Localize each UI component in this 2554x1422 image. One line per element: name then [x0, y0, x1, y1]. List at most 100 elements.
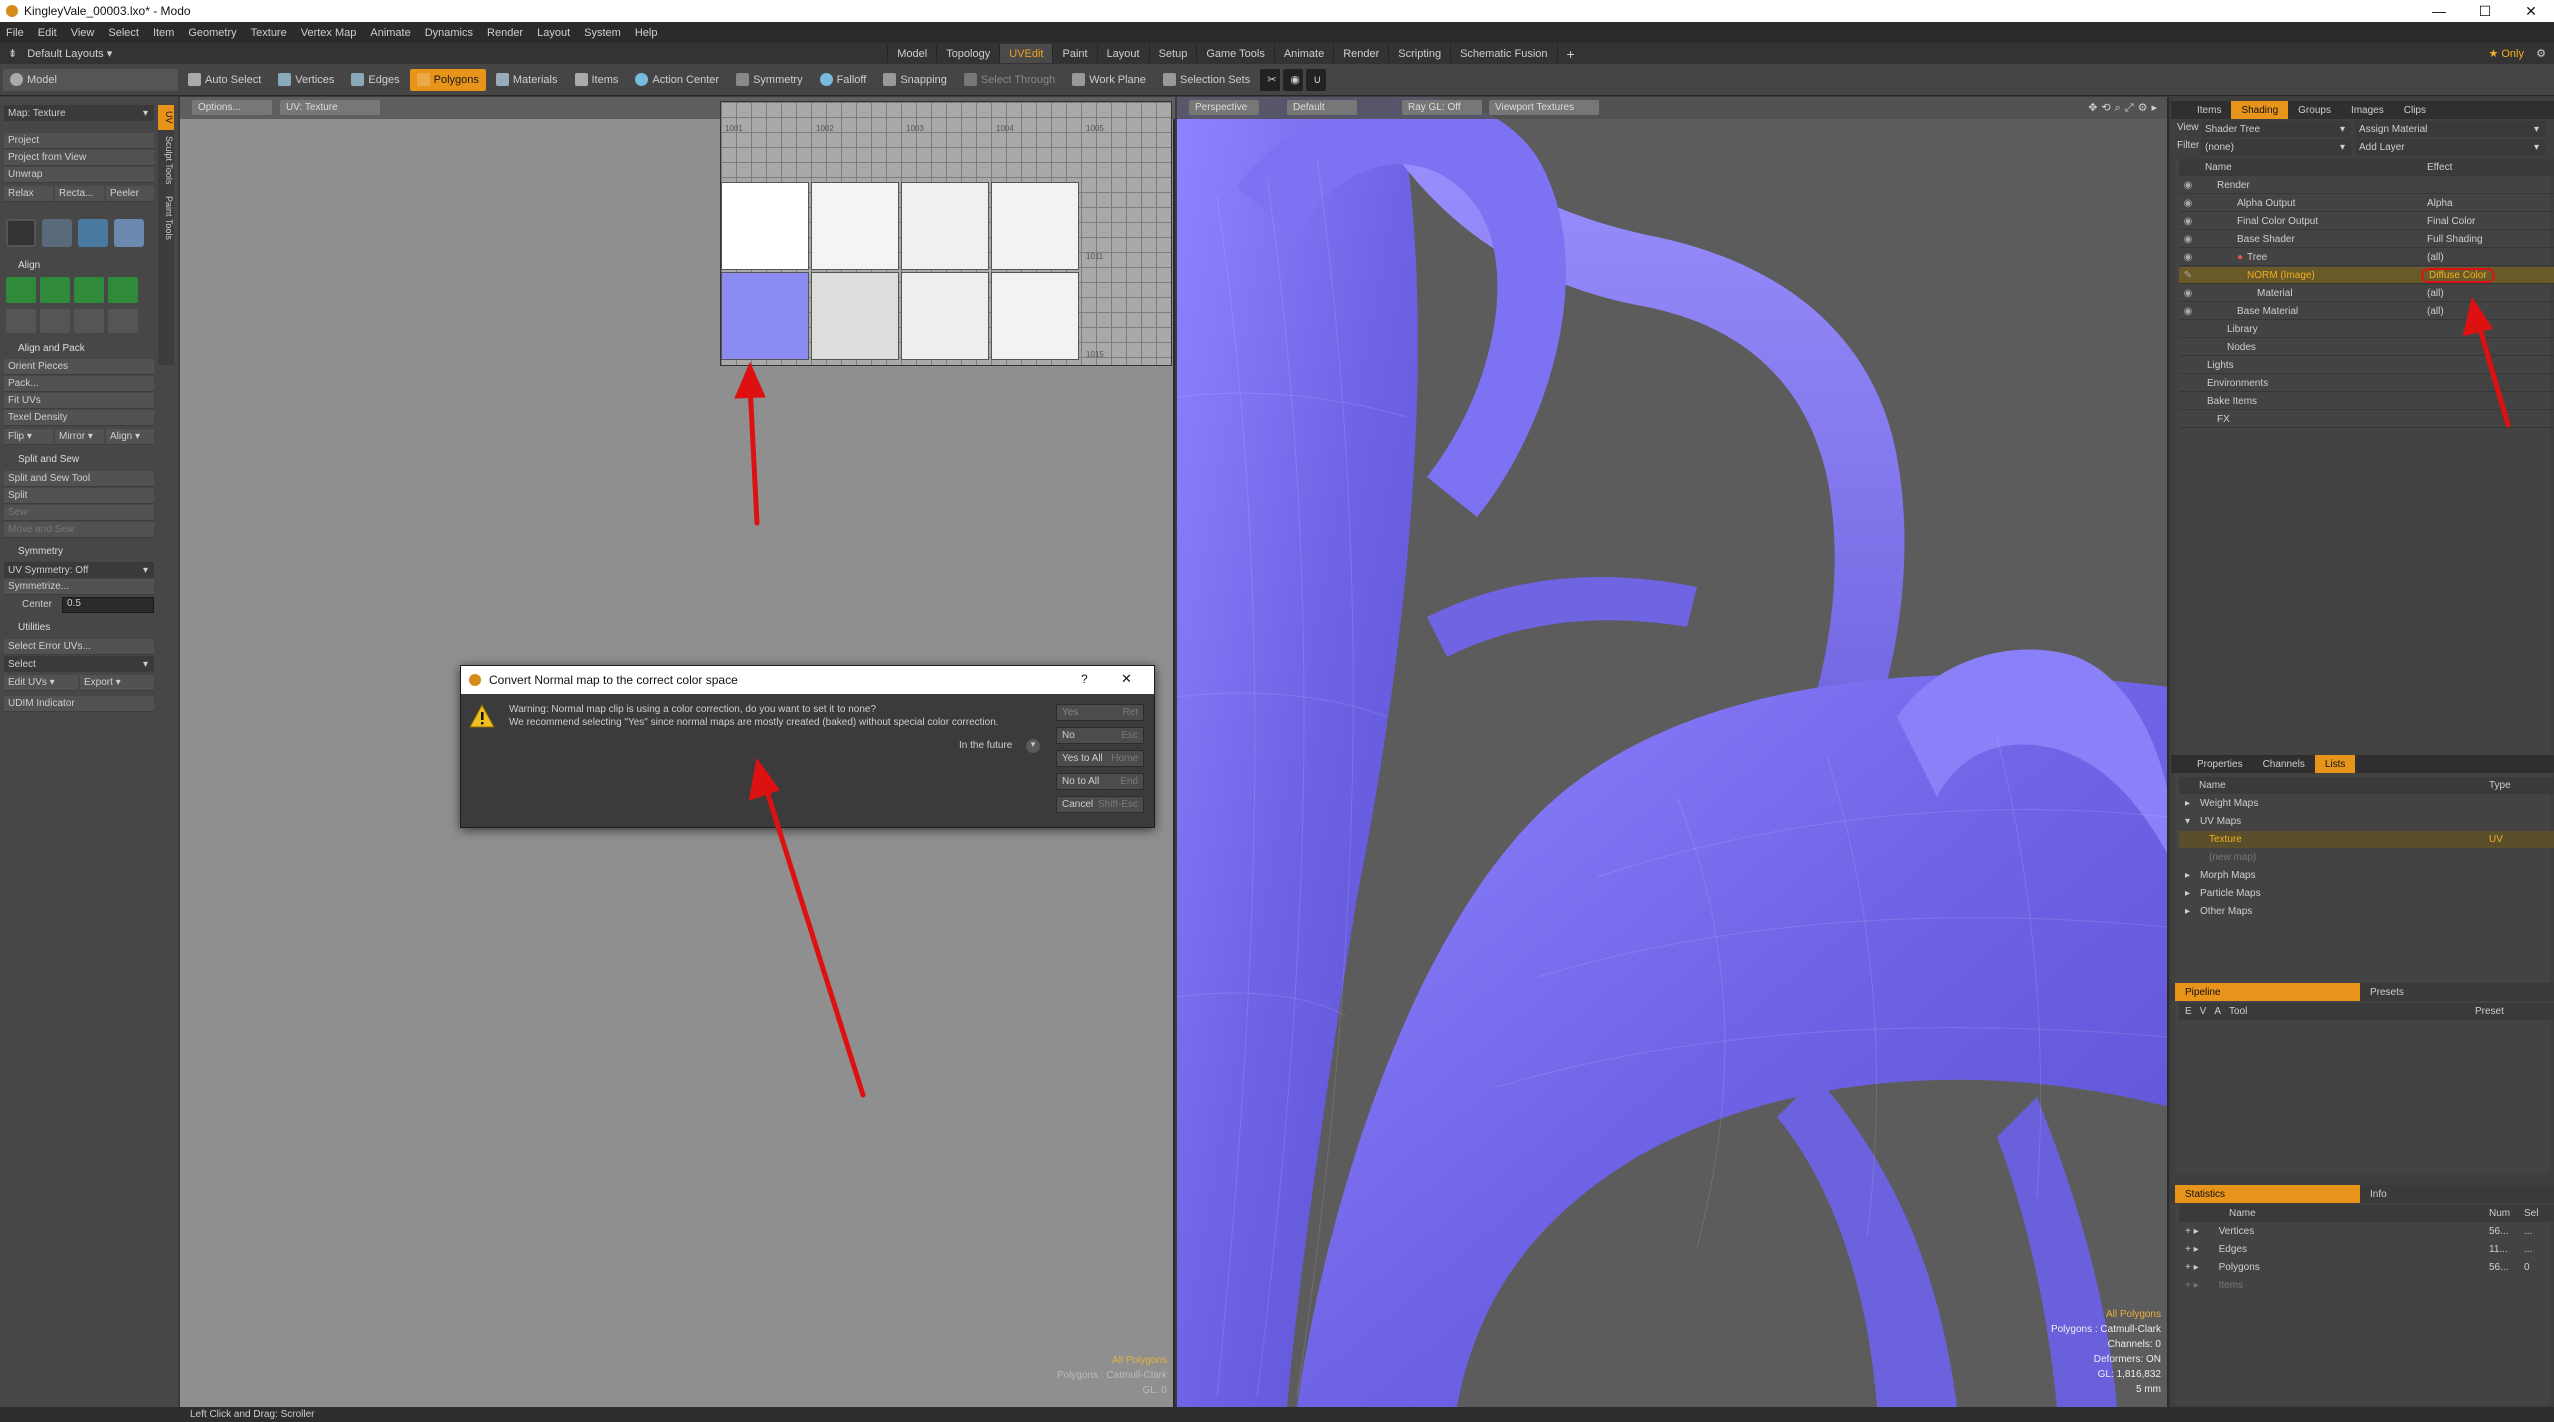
name-column-header[interactable]: Name	[2205, 162, 2232, 173]
convert-normal-map-dialog[interactable]: Convert Normal map to the correct color …	[460, 665, 1155, 828]
selection-sets-button[interactable]: Selection Sets	[1156, 69, 1257, 91]
menu-vertex-map[interactable]: Vertex Map	[301, 27, 357, 39]
gear-icon[interactable]: ⚙	[2536, 47, 2546, 60]
map-dropdown[interactable]: Map: Texture ▾	[4, 105, 154, 121]
peeler-button[interactable]: Peeler	[106, 186, 154, 202]
tool-column-header[interactable]: Tool	[2229, 1006, 2247, 1017]
rotate-cw-icon[interactable]	[6, 309, 36, 333]
menu-render[interactable]: Render	[487, 27, 523, 39]
materials-button[interactable]: Materials	[489, 69, 565, 91]
align-pack-section-header[interactable]: Align and Pack	[4, 340, 154, 356]
default-shading-dropdown[interactable]: Default	[1287, 100, 1357, 115]
side-tab-uv[interactable]: UV	[158, 105, 174, 130]
yes-button[interactable]: Yes Ret	[1056, 704, 1144, 721]
statistics-list[interactable]: Name Num Sel + ▸ Vertices 56...... + ▸ Edges 1…	[2175, 1205, 2554, 1405]
align-left-icon[interactable]	[74, 277, 104, 303]
tree-row-render[interactable]: ◉ Render	[2179, 177, 2554, 194]
tab-topology[interactable]: Topology	[936, 44, 999, 63]
eye-icon[interactable]: ◉	[2179, 234, 2197, 245]
stat-row-items[interactable]: + ▸ Items	[2179, 1277, 2554, 1294]
stat-row-vertices[interactable]: + ▸ Vertices 56......	[2179, 1223, 2554, 1240]
scale-icon[interactable]	[108, 309, 138, 333]
select-error-uvs-button[interactable]: Select Error UVs...	[4, 639, 154, 655]
add-layout-button[interactable]: +	[1556, 44, 1584, 63]
type-column-header[interactable]: Type	[2489, 780, 2511, 791]
menu-select[interactable]: Select	[108, 27, 139, 39]
scissors-icon[interactable]: ✂	[1260, 68, 1281, 91]
uv-cube-icon[interactable]	[78, 219, 108, 247]
eye-icon[interactable]: ◉	[2179, 306, 2197, 317]
v-column-header[interactable]: V	[2200, 1006, 2207, 1017]
menu-animate[interactable]: Animate	[370, 27, 410, 39]
assign-material-dropdown[interactable]: Assign Material ▾	[2355, 121, 2545, 137]
flip-dropdown[interactable]: Flip ▾	[4, 429, 53, 445]
tree-row-norm-image[interactable]: ✎ NORM (Image) Diffuse Color	[2179, 267, 2554, 284]
tab-render[interactable]: Render	[1333, 44, 1388, 63]
preset-column-header[interactable]: Preset	[2475, 1006, 2504, 1017]
auto-select-button[interactable]: Auto Select	[181, 69, 268, 91]
rotate-icon[interactable]	[74, 309, 104, 333]
unwrap-button[interactable]: Unwrap	[4, 167, 154, 183]
side-tab-sculpt-tools[interactable]: Sculpt Tools	[158, 130, 174, 190]
options-button[interactable]: Options...	[192, 100, 272, 115]
num-column-header[interactable]: Num	[2489, 1208, 2510, 1219]
export-dropdown[interactable]: Export ▾	[80, 675, 154, 691]
mode-dropdown[interactable]: Model	[3, 68, 178, 91]
items-button[interactable]: Items	[568, 69, 626, 91]
tab-paint[interactable]: Paint	[1052, 44, 1096, 63]
viewport-nav-icons[interactable]: ✥⟲⌕⤢⚙▸	[2088, 101, 2161, 115]
filter-dropdown[interactable]: (none) ▾	[2201, 139, 2351, 155]
move-and-sew-button[interactable]: Move and Sew	[4, 522, 154, 538]
menu-layout[interactable]: Layout	[537, 27, 570, 39]
effect-column-header[interactable]: Effect	[2427, 162, 2452, 173]
brush-icon[interactable]: ✎	[2179, 270, 2197, 281]
default-layouts-dropdown[interactable]: Default Layouts ▾	[27, 47, 887, 60]
align-dropdown[interactable]: Align ▾	[106, 429, 154, 445]
list-row-morph-maps[interactable]: ▸ Morph Maps	[2179, 867, 2554, 884]
tree-row-fx[interactable]: FX	[2179, 411, 2554, 428]
uv-symmetry-dropdown[interactable]: UV Symmetry: Off ▾	[4, 562, 154, 578]
tab-schematic-fusion[interactable]: Schematic Fusion	[1450, 44, 1556, 63]
list-row-weight-maps[interactable]: ▸ Weight Maps	[2179, 795, 2554, 812]
in-the-future-dropdown[interactable]: ▾	[1026, 739, 1040, 753]
sew-button[interactable]: Sew	[4, 505, 154, 521]
tab-uvedit[interactable]: UVEdit	[999, 44, 1053, 63]
project-from-view-button[interactable]: Project from View	[4, 150, 154, 166]
symmetry-button[interactable]: Symmetry	[729, 69, 810, 91]
center-input[interactable]: 0.5	[62, 597, 154, 613]
tab-items[interactable]: Items	[2187, 101, 2231, 119]
menu-help[interactable]: Help	[635, 27, 658, 39]
no-to-all-button[interactable]: No to All End	[1056, 773, 1144, 790]
mirror-dropdown[interactable]: Mirror ▾	[55, 429, 104, 445]
utilities-section-header[interactable]: Utilities	[4, 619, 154, 635]
magnet-icon[interactable]: ∪	[1306, 68, 1327, 91]
tab-game-tools[interactable]: Game Tools	[1196, 44, 1274, 63]
uv-multi-icon[interactable]	[114, 219, 144, 247]
split-sew-section-header[interactable]: Split and Sew	[4, 451, 154, 467]
no-button[interactable]: No Esc	[1056, 727, 1144, 744]
tab-setup[interactable]: Setup	[1148, 44, 1197, 63]
fit-uvs-button[interactable]: Fit UVs	[4, 393, 154, 409]
align-up-icon[interactable]	[6, 277, 36, 303]
name-column-header[interactable]: Name	[2229, 1208, 2256, 1219]
tree-row-alpha-output[interactable]: ◉ Alpha Output Alpha	[2179, 195, 2554, 212]
tree-row-lights[interactable]: Lights	[2179, 357, 2554, 374]
tab-presets[interactable]: Presets	[2360, 983, 2414, 1001]
work-plane-button[interactable]: Work Plane	[1065, 69, 1153, 91]
udim-indicator-button[interactable]: UDIM Indicator	[4, 696, 154, 712]
menu-file[interactable]: File	[6, 27, 24, 39]
tree-row-final-color-output[interactable]: ◉ Final Color Output Final Color	[2179, 213, 2554, 230]
tab-clips[interactable]: Clips	[2394, 101, 2436, 119]
tree-row-nodes[interactable]: Nodes	[2179, 339, 2554, 356]
edges-button[interactable]: Edges	[344, 69, 406, 91]
select-dropdown[interactable]: Select ▾	[4, 656, 154, 672]
eye-icon[interactable]: ◉	[2179, 288, 2197, 299]
menu-dynamics[interactable]: Dynamics	[425, 27, 473, 39]
e-column-header[interactable]: E	[2185, 1006, 2192, 1017]
list-row-new-map[interactable]: (new map)	[2179, 849, 2554, 866]
select-through-button[interactable]: Select Through	[957, 69, 1062, 91]
only-toggle[interactable]: ★ Only	[2488, 47, 2524, 60]
tab-scripting[interactable]: Scripting	[1388, 44, 1450, 63]
uv-pin-icon[interactable]	[6, 219, 36, 247]
eye-icon[interactable]: ◉	[2179, 216, 2197, 227]
